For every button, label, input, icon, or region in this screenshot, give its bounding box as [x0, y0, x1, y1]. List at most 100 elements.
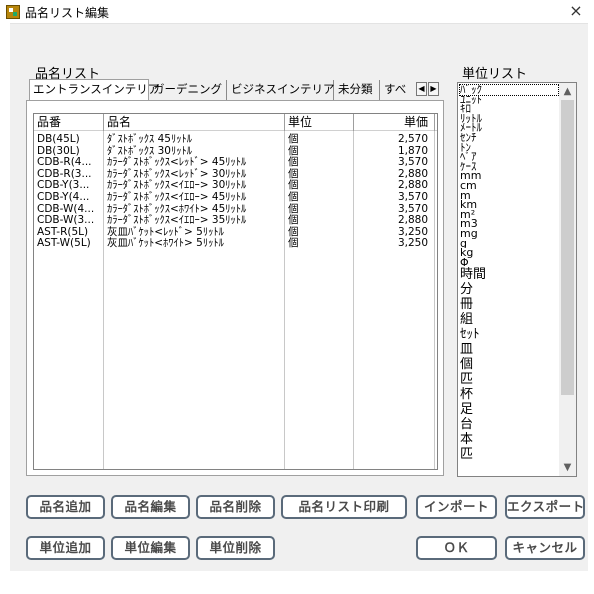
- delete-unit-button[interactable]: 単位削除: [196, 536, 275, 560]
- print-list-button[interactable]: 品名リスト印刷: [281, 495, 407, 519]
- unit-list-item[interactable]: 台: [460, 417, 560, 432]
- unit-list-item[interactable]: mm: [460, 171, 560, 181]
- unit-list-box[interactable]: ﾊﾞｯｸ ﾕﾆｯﾄ ｷﾛ ﾘｯﾄﾙ ﾒｰﾄﾙ ｾﾝﾁ ﾄﾝ ﾍﾟｱ ｹｰｽ mm cm m km m² m3…: [457, 82, 577, 477]
- unit-list-item[interactable]: 匹: [460, 372, 560, 387]
- unit-list-item[interactable]: m: [460, 191, 560, 201]
- cell-unit: 個: [288, 179, 299, 192]
- unit-list-item[interactable]: 杯: [460, 387, 560, 402]
- unit-list-item[interactable]: ﾍﾟｱ: [460, 152, 560, 162]
- unit-list-item[interactable]: 分: [460, 282, 560, 297]
- unit-list-label: 単位リスト: [462, 67, 528, 82]
- cell-code: DB(45L): [37, 133, 80, 145]
- title-bar[interactable]: 品名リスト編集 ×: [0, 0, 594, 23]
- close-button[interactable]: ×: [566, 2, 586, 20]
- cancel-button[interactable]: キャンセル: [505, 536, 585, 560]
- table-row[interactable]: CDB-R(3... ｶﾗｰﾀﾞｽﾄﾎﾞｯｸｽ<ﾚｯﾄﾞ> 30ﾘｯﾄﾙ 個 2,88…: [34, 168, 437, 180]
- unit-list-item[interactable]: 匹: [460, 447, 560, 462]
- column-header-name[interactable]: 品名: [104, 114, 285, 131]
- unit-list-item[interactable]: ﾕﾆｯﾄ: [460, 95, 560, 105]
- cell-code: CDB-Y(4...: [37, 191, 90, 203]
- cell-name: ｶﾗｰﾀﾞｽﾄﾎﾞｯｸｽ<ﾚｯﾄﾞ> 45ﾘｯﾄﾙ: [107, 156, 247, 169]
- cell-unit: 個: [288, 133, 299, 145]
- cell-name: ｶﾗｰﾀﾞｽﾄﾎﾞｯｸｽ<ｲｴﾛｰ> 30ﾘｯﾄﾙ: [107, 179, 247, 192]
- cell-price: 1,870: [397, 144, 428, 157]
- unit-list-item[interactable]: ﾒｰﾄﾙ: [460, 123, 560, 133]
- cell-price: 2,880: [397, 214, 428, 227]
- unit-list-item[interactable]: cm: [460, 181, 560, 191]
- cell-price: 3,250: [397, 237, 428, 250]
- ok-button[interactable]: ＯＫ: [416, 536, 497, 560]
- table-row[interactable]: CDB-R(4... ｶﾗｰﾀﾞｽﾄﾎﾞｯｸｽ<ﾚｯﾄﾞ> 45ﾘｯﾄﾙ 個 3,57…: [34, 156, 437, 168]
- scroll-up-icon[interactable]: ▲: [559, 83, 576, 100]
- list-header: 品番 品名 単位 単価: [34, 114, 437, 131]
- unit-list-item[interactable]: Φ: [460, 258, 560, 268]
- cell-code: CDB-W(4...: [37, 202, 95, 215]
- edit-product-button[interactable]: 品名編集: [111, 495, 190, 519]
- table-row[interactable]: DB(45L) ﾀﾞｽﾄﾎﾞｯｸｽ 45ﾘｯﾄﾙ 個 2,570: [34, 133, 437, 145]
- product-list-edit-window: 品名リスト編集 × 品名リスト 単位リスト エントランスインテリア ガーデニング…: [0, 0, 594, 594]
- cell-code: CDB-W(3...: [37, 214, 95, 227]
- cell-name: ﾀﾞｽﾄﾎﾞｯｸｽ 45ﾘｯﾄﾙ: [107, 133, 192, 145]
- tab-gardening[interactable]: ガーデニング: [150, 80, 227, 100]
- scroll-thumb[interactable]: [561, 100, 574, 395]
- unit-list-item[interactable]: m3: [460, 219, 560, 229]
- tab-scroll-left-icon[interactable]: ◀: [416, 82, 427, 96]
- unit-list-item[interactable]: ｹｰｽ: [460, 162, 560, 172]
- import-button[interactable]: インポート: [416, 495, 497, 519]
- unit-list-item[interactable]: kg: [460, 248, 560, 258]
- table-row[interactable]: CDB-W(4... ｶﾗｰﾀﾞｽﾄﾎﾞｯｸｽ<ﾎﾜｲﾄ> 45ﾘｯﾄﾙ 個 3,57…: [34, 203, 437, 215]
- unit-list-scrollbar[interactable]: ▲ ▼: [559, 83, 576, 476]
- column-header-code[interactable]: 品番: [34, 114, 104, 131]
- column-header-price[interactable]: 単価: [354, 114, 435, 131]
- unit-list-item[interactable]: ﾄﾝ: [460, 143, 560, 153]
- window-title: 品名リスト編集: [25, 6, 110, 20]
- cell-name: ﾀﾞｽﾄﾎﾞｯｸｽ 30ﾘｯﾄﾙ: [107, 144, 192, 157]
- unit-list-item[interactable]: ｾｯﾄ: [460, 327, 560, 342]
- unit-list-item[interactable]: ﾘｯﾄﾙ: [460, 114, 560, 124]
- product-list-view[interactable]: 品番 品名 単位 単価 DB(45L) ﾀﾞｽﾄﾎﾞｯｸｽ 45ﾘｯﾄﾙ 個 2,57…: [33, 113, 438, 470]
- unit-list-item[interactable]: km: [460, 200, 560, 210]
- cell-code: AST-W(5L): [37, 237, 91, 250]
- unit-list-item[interactable]: ﾊﾞｯｸ: [459, 84, 559, 96]
- cell-unit: 個: [288, 214, 299, 227]
- cell-price: 2,880: [397, 167, 428, 180]
- scroll-down-icon[interactable]: ▼: [559, 459, 576, 476]
- cell-code: DB(30L): [37, 144, 80, 157]
- cell-code: CDB-Y(3...: [37, 179, 90, 192]
- cell-code: AST-R(5L): [37, 225, 89, 238]
- add-product-button[interactable]: 品名追加: [26, 495, 105, 519]
- unit-list-item[interactable]: 足: [460, 402, 560, 417]
- unit-list-item[interactable]: 個: [460, 357, 560, 372]
- unit-list-item[interactable]: 組: [460, 312, 560, 327]
- cell-unit: 個: [288, 202, 299, 215]
- unit-list-item[interactable]: 時間: [460, 267, 560, 282]
- table-row[interactable]: AST-W(5L) 灰皿ﾊﾞｹｯﾄ<ﾎﾜｲﾄ> 5ﾘｯﾄﾙ 個 3,250: [34, 237, 437, 249]
- table-row[interactable]: CDB-Y(3... ｶﾗｰﾀﾞｽﾄﾎﾞｯｸｽ<ｲｴﾛｰ> 30ﾘｯﾄﾙ 個 2,88…: [34, 179, 437, 191]
- edit-unit-button[interactable]: 単位編集: [111, 536, 190, 560]
- tab-scroll-right-icon[interactable]: ▶: [428, 82, 439, 96]
- delete-product-button[interactable]: 品名削除: [196, 495, 275, 519]
- tab-entrance-interior[interactable]: エントランスインテリア: [29, 79, 159, 101]
- unit-list-item[interactable]: 本: [460, 432, 560, 447]
- unit-list-items: ﾊﾞｯｸ ﾕﾆｯﾄ ｷﾛ ﾘｯﾄﾙ ﾒｰﾄﾙ ｾﾝﾁ ﾄﾝ ﾍﾟｱ ｹｰｽ mm cm m km m² m3…: [459, 84, 560, 462]
- unit-list-item[interactable]: g: [460, 239, 560, 249]
- table-row[interactable]: CDB-Y(4... ｶﾗｰﾀﾞｽﾄﾎﾞｯｸｽ<ｲｴﾛｰ> 45ﾘｯﾄﾙ 個 3,57…: [34, 191, 437, 203]
- table-row[interactable]: AST-R(5L) 灰皿ﾊﾞｹｯﾄ<ﾚｯﾄﾞ> 5ﾘｯﾄﾙ 個 3,250: [34, 226, 437, 238]
- table-row[interactable]: DB(30L) ﾀﾞｽﾄﾎﾞｯｸｽ 30ﾘｯﾄﾙ 個 1,870: [34, 145, 437, 157]
- unit-list-item[interactable]: 皿: [460, 342, 560, 357]
- unit-list-item[interactable]: mg: [460, 229, 560, 239]
- table-row[interactable]: CDB-W(3... ｶﾗｰﾀﾞｽﾄﾎﾞｯｸｽ<ｲｴﾛｰ> 35ﾘｯﾄﾙ 個 2,88…: [34, 214, 437, 226]
- cell-name: 灰皿ﾊﾞｹｯﾄ<ﾎﾜｲﾄ> 5ﾘｯﾄﾙ: [107, 237, 224, 250]
- tab-all[interactable]: すべ: [381, 80, 415, 100]
- column-header-unit[interactable]: 単位: [285, 114, 354, 131]
- cell-price: 2,880: [397, 179, 428, 192]
- tab-business-interior[interactable]: ビジネスインテリア: [228, 80, 335, 100]
- unit-list-item[interactable]: m²: [460, 210, 560, 220]
- cell-unit: 個: [288, 237, 299, 250]
- unit-list-item[interactable]: 冊: [460, 297, 560, 312]
- add-unit-button[interactable]: 単位追加: [26, 536, 105, 560]
- export-button[interactable]: エクスポート: [505, 495, 585, 519]
- tab-uncategorized[interactable]: 未分類: [335, 80, 380, 100]
- unit-list-item[interactable]: ｾﾝﾁ: [460, 133, 560, 143]
- unit-list-item[interactable]: ｷﾛ: [460, 104, 560, 114]
